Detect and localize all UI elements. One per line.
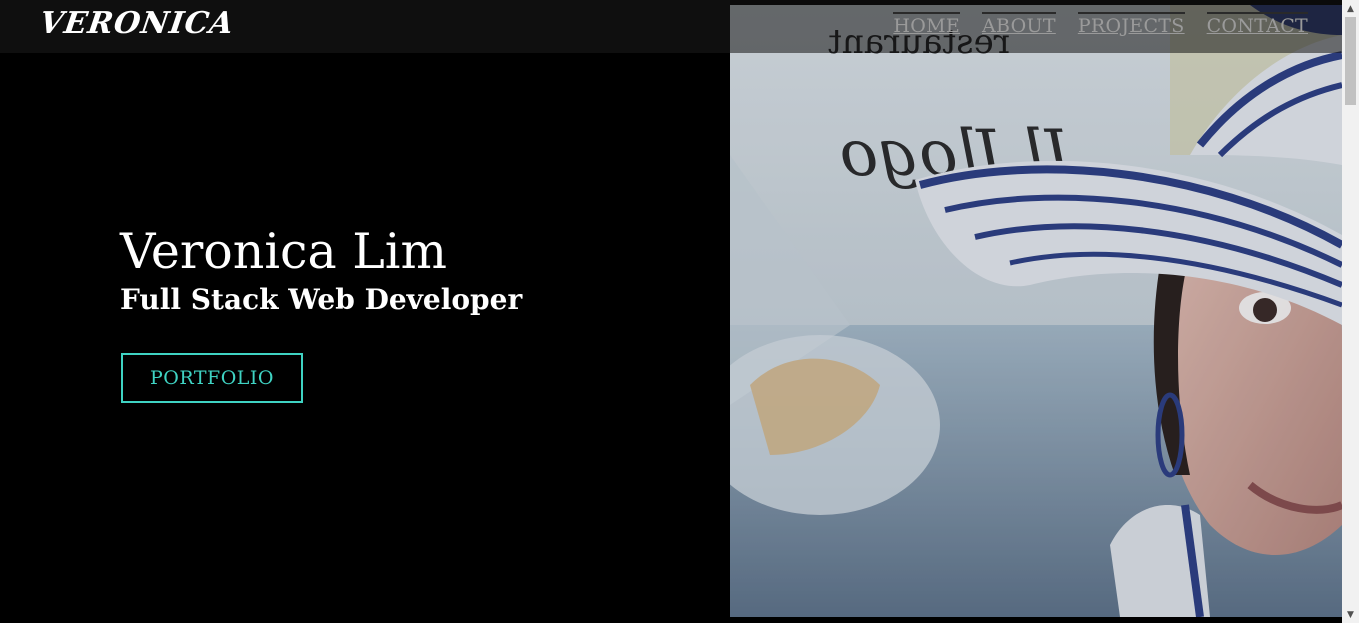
- nav-home-link[interactable]: HOME: [893, 12, 960, 37]
- hero-name: Veronica Lim: [120, 223, 447, 280]
- nav-projects-link[interactable]: PROJECTS: [1077, 12, 1185, 37]
- portfolio-button[interactable]: PORTFOLIO: [121, 353, 303, 403]
- scroll-thumb[interactable]: [1345, 17, 1356, 105]
- scroll-up-arrow-icon[interactable]: ▲: [1342, 0, 1359, 17]
- hero-photo: restaurant Il Jlogo: [730, 5, 1342, 617]
- page: restaurant Il Jlogo: [0, 0, 1359, 623]
- main-nav: HOME ABOUT PROJECTS CONTACT: [893, 12, 1308, 37]
- vertical-scrollbar[interactable]: ▲ ▼: [1342, 0, 1359, 623]
- hero-role: Full Stack Web Developer: [120, 283, 523, 316]
- nav-contact-link[interactable]: CONTACT: [1206, 12, 1308, 37]
- hero-intro: Veronica Lim Full Stack Web Developer: [120, 222, 522, 318]
- scroll-down-arrow-icon[interactable]: ▼: [1342, 606, 1359, 623]
- nav-about-link[interactable]: ABOUT: [982, 12, 1056, 37]
- navbar: VERONICA HOME ABOUT PROJECTS CONTACT: [0, 0, 1342, 53]
- site-logo[interactable]: VERONICA: [38, 6, 237, 41]
